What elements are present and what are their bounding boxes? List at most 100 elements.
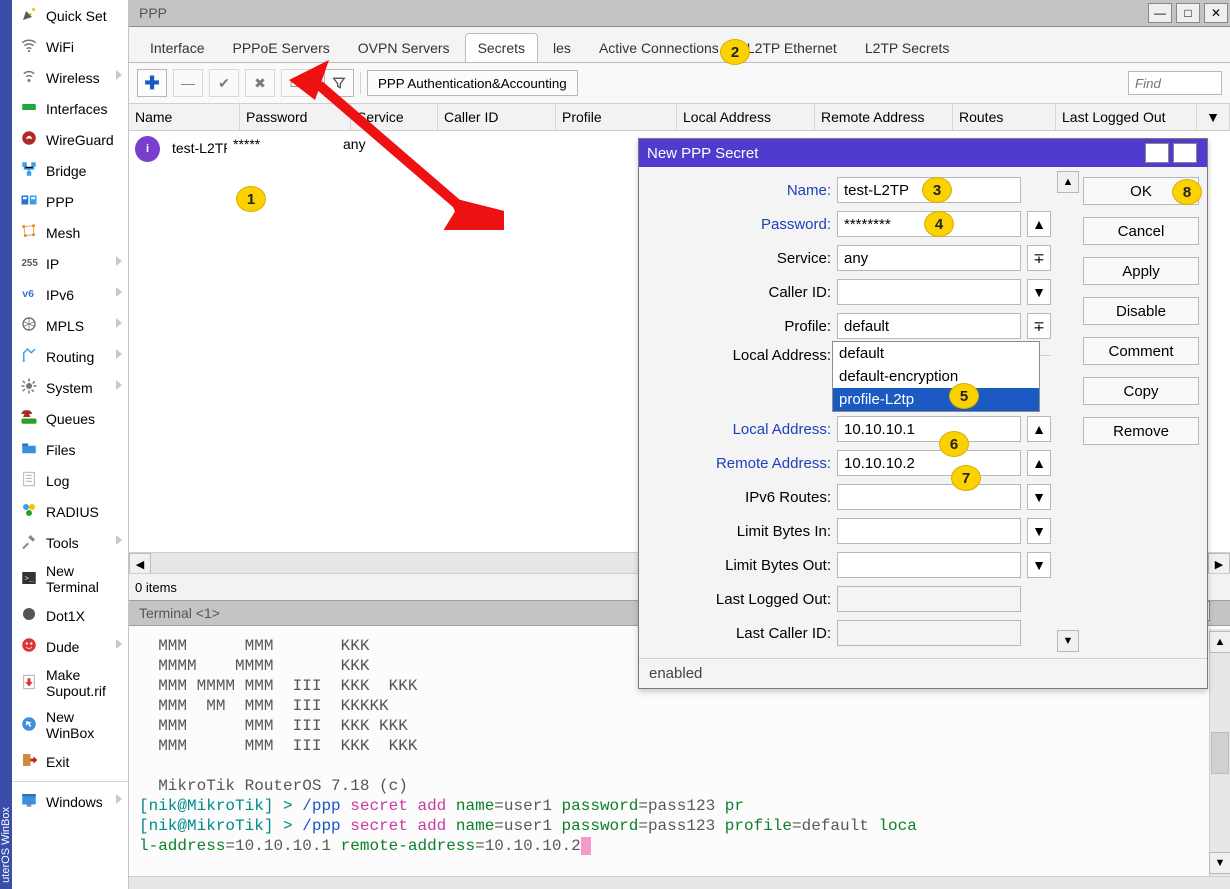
sidebar-item-tools[interactable]: Tools <box>12 527 128 558</box>
scroll-right-arrow[interactable]: ▶ <box>1208 553 1230 575</box>
localaddr-input[interactable] <box>837 416 1021 442</box>
sidebar-item-queues[interactable]: Queues <box>12 403 128 434</box>
sidebar-item-wifi[interactable]: WiFi <box>12 31 128 62</box>
sidebar-item-system[interactable]: System <box>12 372 128 403</box>
sidebar-item-mesh[interactable]: Mesh <box>12 217 128 248</box>
sidebar-item-ipv6[interactable]: v6 IPv6 <box>12 279 128 310</box>
sidebar-item-routing[interactable]: Routing <box>12 341 128 372</box>
sidebar-item-quickset[interactable]: Quick Set <box>12 0 128 31</box>
ipv6-icon: v6 <box>20 284 38 305</box>
sidebar-item-label: New WinBox <box>46 709 120 741</box>
queues-icon <box>20 408 38 429</box>
sidebar-item-dot1x[interactable]: Dot1X <box>12 600 128 631</box>
terminal-scrollbar[interactable]: ▲▼ <box>1209 629 1230 876</box>
column-header[interactable]: Caller ID <box>438 104 556 130</box>
dropdown-option[interactable]: default <box>833 342 1039 365</box>
sidebar-item-bridge[interactable]: Bridge <box>12 155 128 186</box>
bridge-icon <box>20 160 38 181</box>
sidebar-item-ppp[interactable]: PPP <box>12 186 128 217</box>
tab-interface[interactable]: Interface <box>137 33 217 62</box>
service-dropdown[interactable]: ∓ <box>1027 245 1051 271</box>
add-button[interactable]: ✚ <box>137 69 167 97</box>
minimize-button[interactable]: — <box>1148 3 1172 23</box>
disable-button[interactable]: ✖ <box>245 69 275 97</box>
sidebar-item-windows[interactable]: Windows <box>12 786 128 817</box>
chevron-right-icon <box>116 349 122 359</box>
sidebar-item-dude[interactable]: Dude <box>12 631 128 662</box>
sidebar-item-log[interactable]: Log <box>12 465 128 496</box>
apply-button[interactable]: Apply <box>1083 257 1199 285</box>
ppp-auth-button[interactable]: PPP Authentication&Accounting <box>367 70 578 96</box>
dialog-vscroll[interactable]: ▲▼ <box>1057 167 1083 658</box>
dialog-titlebar[interactable]: New PPP Secret □ ✕ <box>639 139 1207 167</box>
user-icon: i <box>135 136 160 162</box>
sidebar-item-label: Bridge <box>46 163 86 179</box>
dropdown-option[interactable]: default-encryption <box>833 365 1039 388</box>
sidebar-item-winbox[interactable]: New WinBox <box>12 704 128 746</box>
column-header[interactable]: Local Address <box>677 104 815 130</box>
lastloggedout-label: Last Logged Out: <box>645 591 837 608</box>
localaddr-clear[interactable]: ▲ <box>1027 416 1051 442</box>
password-clear[interactable]: ▲ <box>1027 211 1051 237</box>
sidebar-item-files[interactable]: Files <box>12 434 128 465</box>
service-input[interactable] <box>837 245 1021 271</box>
maximize-button[interactable]: □ <box>1176 3 1200 23</box>
remove-button-dlg[interactable]: Remove <box>1083 417 1199 445</box>
sidebar-item-label: WireGuard <box>46 132 114 148</box>
limitbytesin-input[interactable] <box>837 518 1021 544</box>
column-header[interactable]: Remote Address <box>815 104 953 130</box>
limitbytesout-input[interactable] <box>837 552 1021 578</box>
sidebar-item-wireless[interactable]: Wireless <box>12 62 128 93</box>
column-header[interactable]: Name <box>129 104 240 130</box>
scroll-left-arrow[interactable]: ◀ <box>129 553 151 575</box>
ipv6routes-input[interactable] <box>837 484 1021 510</box>
profile-dropdown[interactable]: ∓ <box>1027 313 1051 339</box>
sidebar-item-label: IPv6 <box>46 287 74 303</box>
window-bottom-scroll[interactable] <box>129 876 1230 889</box>
dialog-max-button[interactable]: □ <box>1145 143 1169 163</box>
ipv6routes-expand[interactable]: ▼ <box>1027 484 1051 510</box>
tab-les[interactable]: les <box>540 33 584 62</box>
column-header[interactable]: Service <box>351 104 438 130</box>
tab-ovpn-servers[interactable]: OVPN Servers <box>345 33 463 62</box>
column-header[interactable]: Last Logged Out <box>1056 104 1197 130</box>
column-menu[interactable]: ▼ <box>1197 104 1230 130</box>
dialog-close-button[interactable]: ✕ <box>1173 143 1197 163</box>
sidebar-item-ip[interactable]: 255IP <box>12 248 128 279</box>
sidebar-item-supout[interactable]: Make Supout.rif <box>12 662 128 704</box>
callerid-input[interactable] <box>837 279 1021 305</box>
column-header[interactable]: Profile <box>556 104 677 130</box>
localaddr-label-upper: Local Address: <box>645 347 837 364</box>
callerid-expand[interactable]: ▼ <box>1027 279 1051 305</box>
chevron-right-icon <box>116 535 122 545</box>
sidebar-item-wireguard[interactable]: WireGuard <box>12 124 128 155</box>
disable-button-dlg[interactable]: Disable <box>1083 297 1199 325</box>
enable-button[interactable]: ✔ <box>209 69 239 97</box>
column-header[interactable]: Routes <box>953 104 1056 130</box>
chevron-right-icon <box>116 639 122 649</box>
profile-input[interactable] <box>837 313 1021 339</box>
tab-l2tp-secrets[interactable]: L2TP Secrets <box>852 33 963 62</box>
tab-secrets[interactable]: Secrets <box>465 33 538 62</box>
remove-button[interactable]: — <box>173 69 203 97</box>
tab-pppoe-servers[interactable]: PPPoE Servers <box>219 33 342 62</box>
remoteaddr-input[interactable] <box>837 450 1021 476</box>
sidebar-item-exit[interactable]: Exit <box>12 746 128 777</box>
tab-active-connections[interactable]: Active Connections <box>586 33 732 62</box>
find-input[interactable] <box>1128 71 1222 95</box>
lbi-expand[interactable]: ▼ <box>1027 518 1051 544</box>
sidebar-item-radius[interactable]: RADIUS <box>12 496 128 527</box>
cancel-button[interactable]: Cancel <box>1083 217 1199 245</box>
tab-l2tp-ethernet[interactable]: L2TP Ethernet <box>734 33 850 62</box>
sidebar-item-interfaces[interactable]: Interfaces <box>12 93 128 124</box>
remoteaddr-clear[interactable]: ▲ <box>1027 450 1051 476</box>
chevron-right-icon <box>116 380 122 390</box>
close-button[interactable]: ✕ <box>1204 3 1228 23</box>
comment-button-dlg[interactable]: Comment <box>1083 337 1199 365</box>
sidebar-item-mpls[interactable]: MPLS <box>12 310 128 341</box>
copy-button[interactable]: Copy <box>1083 377 1199 405</box>
dropdown-option[interactable]: profile-L2tp <box>833 388 1039 411</box>
sidebar-item-terminal[interactable]: >_New Terminal <box>12 558 128 600</box>
lbo-expand[interactable]: ▼ <box>1027 552 1051 578</box>
profile-dropdown-list[interactable]: defaultdefault-encryptionprofile-L2tp <box>832 341 1040 412</box>
